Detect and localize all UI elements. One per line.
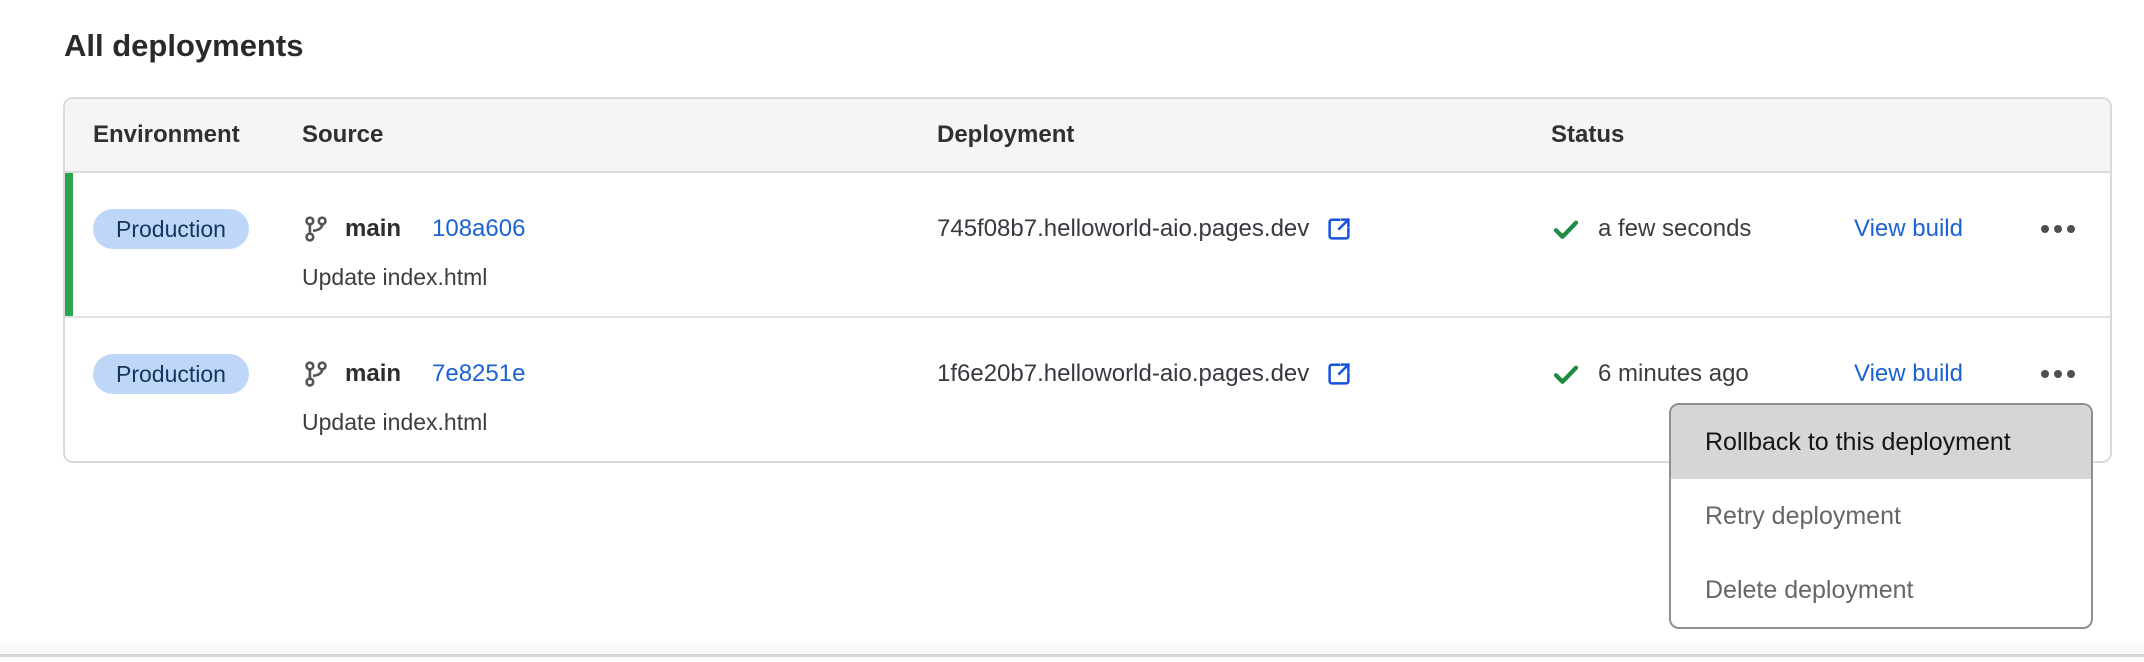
commit-message: Update index.html: [302, 264, 937, 291]
environment-cell: Production: [65, 354, 302, 461]
check-icon: [1551, 359, 1581, 389]
current-deployment-indicator: [65, 173, 73, 316]
deployment-cell: 1f6e20b7.helloworld-aio.pages.dev: [937, 354, 1547, 461]
deployment-cell: 745f08b7.helloworld-aio.pages.dev: [937, 209, 1547, 316]
git-branch-icon: [302, 215, 330, 243]
more-actions-button[interactable]: [2041, 364, 2075, 384]
environment-badge: Production: [93, 354, 249, 394]
page-title: All deployments: [64, 28, 303, 64]
deployment-url: 745f08b7.helloworld-aio.pages.dev: [937, 215, 1309, 243]
source-cell: main 108a606 Update index.html: [302, 209, 937, 316]
table-header: Environment Source Deployment Status: [65, 99, 2110, 173]
ellipsis-icon: [2067, 370, 2075, 378]
external-link-icon[interactable]: [1323, 358, 1355, 390]
section-divider: [0, 654, 2144, 657]
column-header-environment: Environment: [65, 121, 302, 149]
environment-cell: Production: [65, 209, 302, 316]
view-build-link[interactable]: View build: [1854, 215, 1963, 243]
more-actions-button[interactable]: [2041, 219, 2075, 239]
ellipsis-icon: [2054, 370, 2062, 378]
column-header-status: Status: [1547, 121, 2110, 149]
table-row: Production main 108a606 Update index.htm…: [65, 173, 2110, 316]
deployment-url: 1f6e20b7.helloworld-aio.pages.dev: [937, 360, 1309, 388]
ellipsis-icon: [2067, 225, 2075, 233]
column-header-source: Source: [302, 121, 937, 149]
ellipsis-icon: [2041, 370, 2049, 378]
ellipsis-icon: [2041, 225, 2049, 233]
commit-link[interactable]: 108a606: [432, 215, 525, 243]
menu-item-rollback[interactable]: Rollback to this deployment: [1671, 405, 2091, 479]
git-branch-icon: [302, 360, 330, 388]
view-build-link[interactable]: View build: [1854, 360, 1963, 388]
check-icon: [1551, 214, 1581, 244]
menu-item-retry[interactable]: Retry deployment: [1671, 479, 2091, 553]
status-cell: a few seconds View build: [1547, 209, 2110, 249]
status-cell: 6 minutes ago View build: [1547, 354, 2110, 394]
deployments-page: All deployments Environment Source Deplo…: [0, 0, 2144, 662]
environment-badge: Production: [93, 209, 249, 249]
source-cell: main 7e8251e Update index.html: [302, 354, 937, 461]
status-time: 6 minutes ago: [1598, 360, 1749, 388]
section-divider-band: [0, 641, 2144, 654]
ellipsis-icon: [2054, 225, 2062, 233]
branch-name: main: [345, 215, 401, 243]
deployment-actions-menu: Rollback to this deployment Retry deploy…: [1669, 403, 2093, 629]
menu-item-delete[interactable]: Delete deployment: [1671, 553, 2091, 627]
status-time: a few seconds: [1598, 215, 1751, 243]
column-header-deployment: Deployment: [937, 121, 1547, 149]
commit-message: Update index.html: [302, 409, 937, 436]
external-link-icon[interactable]: [1323, 213, 1355, 245]
branch-name: main: [345, 360, 401, 388]
commit-link[interactable]: 7e8251e: [432, 360, 525, 388]
